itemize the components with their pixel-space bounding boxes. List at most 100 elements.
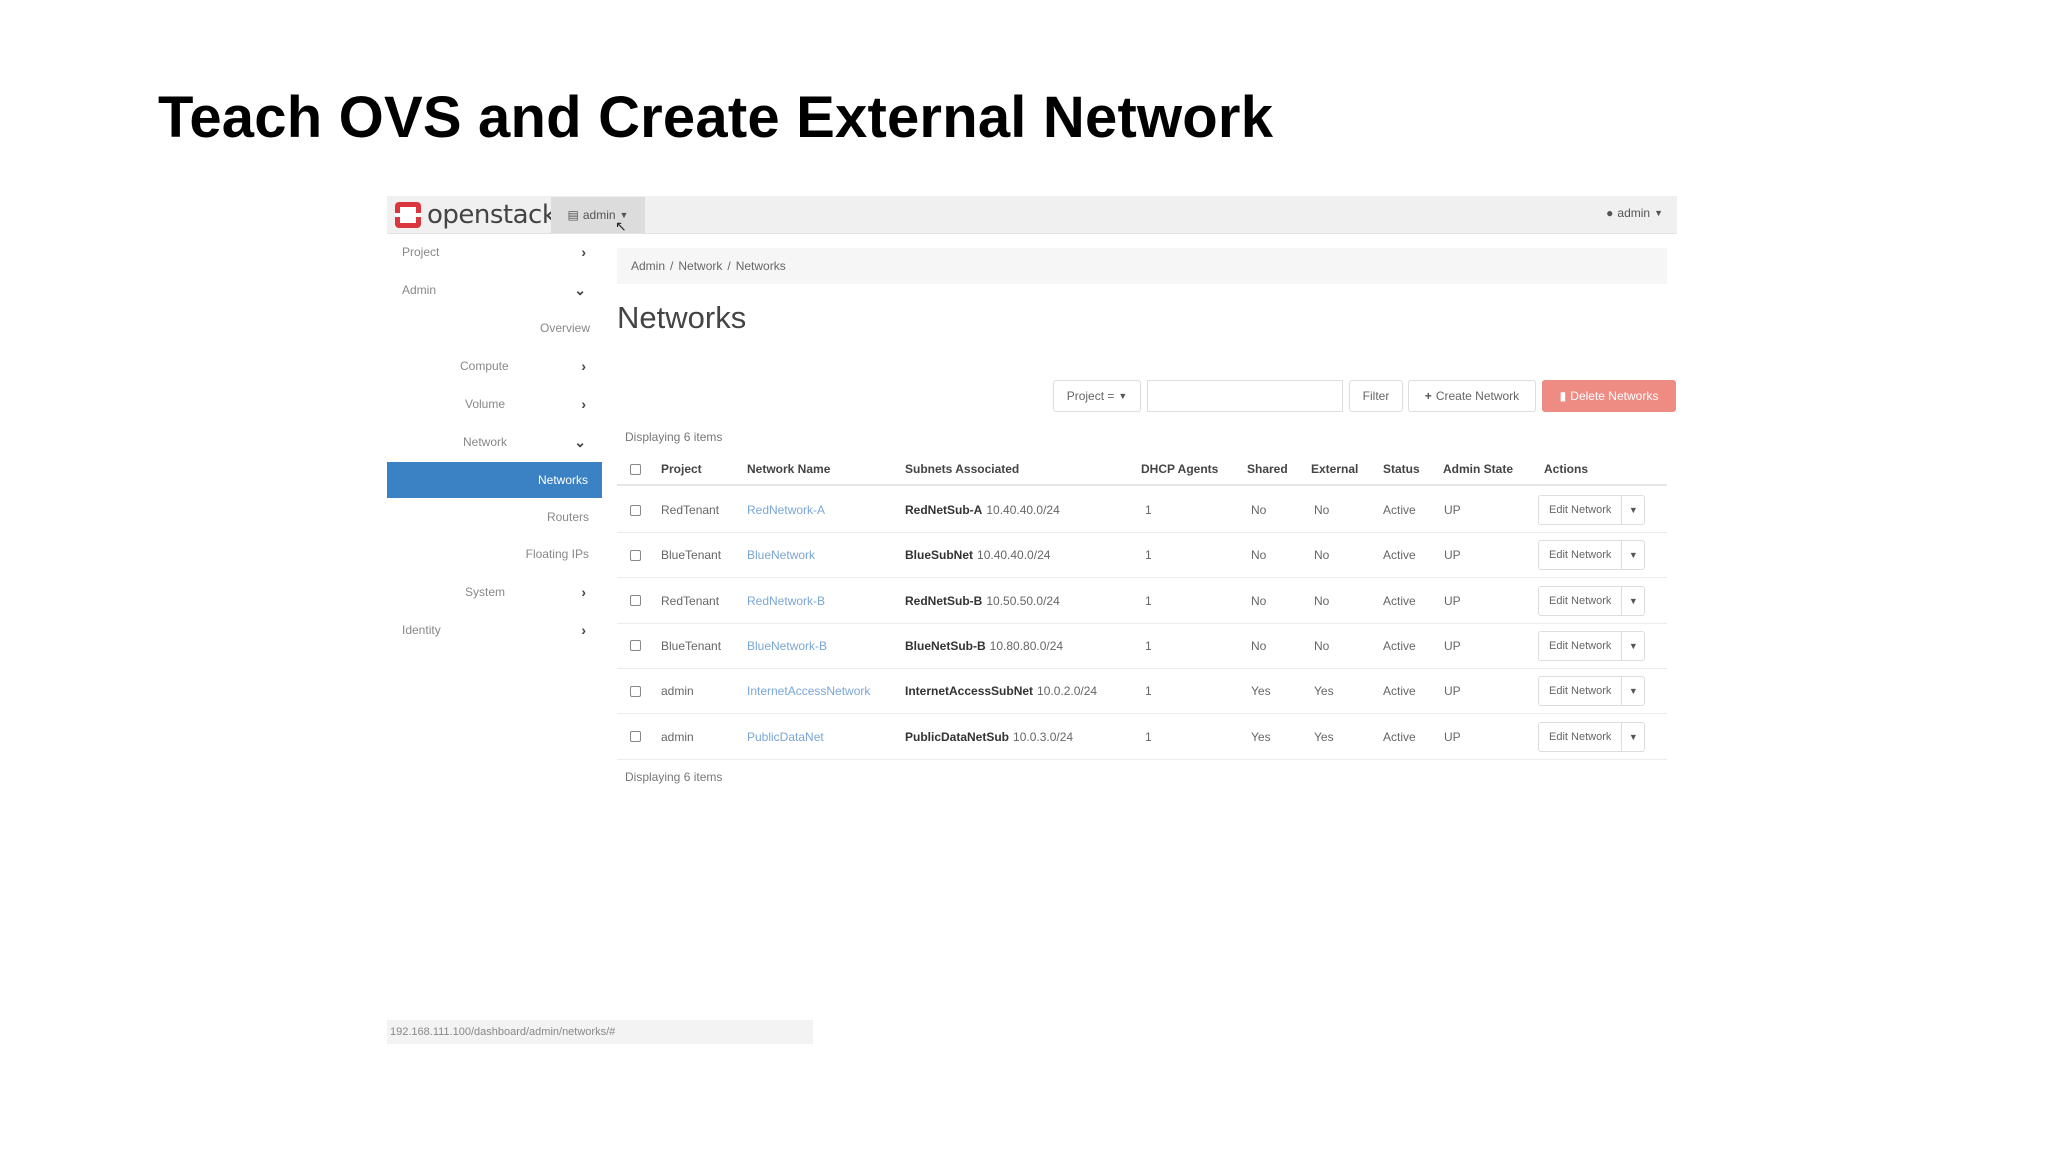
header-network-name[interactable]: Network Name (747, 454, 830, 484)
actions-dropdown-toggle[interactable]: ▼ (1622, 632, 1644, 660)
filter-button[interactable]: Filter (1349, 380, 1403, 412)
cell-actions: Edit Network ▼ (1538, 624, 1646, 668)
actions-dropdown-toggle[interactable]: ▼ (1622, 723, 1644, 751)
project-dropdown-label: admin (582, 208, 616, 222)
header-external[interactable]: External (1311, 454, 1358, 484)
create-network-button[interactable]: + Create Network (1408, 380, 1536, 412)
network-name-link[interactable]: BlueNetwork (747, 533, 815, 577)
actions-dropdown-toggle[interactable]: ▼ (1622, 541, 1644, 569)
breadcrumb-admin[interactable]: Admin (631, 259, 665, 273)
header-admin-state[interactable]: Admin State (1443, 454, 1513, 484)
edit-network-button[interactable]: Edit Network (1539, 631, 1623, 660)
sidebar-item-overview[interactable]: Overview (387, 310, 590, 346)
sidebar-item-label: System (465, 585, 506, 599)
trash-icon: ▮ (1559, 389, 1567, 403)
cell-project: BlueTenant (661, 548, 722, 563)
user-icon: ● (1606, 206, 1614, 220)
cell-external: No (1314, 638, 1330, 653)
user-dropdown-label: admin (1617, 206, 1651, 220)
project-icon: ▤ (567, 208, 579, 222)
sidebar-item-network[interactable]: Network ⌄ (387, 424, 602, 460)
cell-project: admin (661, 684, 694, 699)
breadcrumb-separator: / (670, 259, 674, 273)
row-checkbox[interactable] (630, 579, 641, 623)
sidebar-item-volume[interactable]: Volume › (387, 386, 602, 422)
edit-network-button[interactable]: Edit Network (1539, 496, 1623, 524)
sidebar-item-system[interactable]: System › (387, 574, 602, 610)
edit-network-button[interactable]: Edit Network (1539, 722, 1623, 751)
chevron-right-icon: › (581, 584, 586, 600)
network-name-link[interactable]: BlueNetwork-B (747, 624, 827, 668)
row-checkbox[interactable] (630, 624, 641, 668)
actions-dropdown-toggle[interactable]: ▼ (1622, 677, 1644, 705)
subnet-name: RedNetSub-A (905, 503, 983, 517)
sidebar-item-networks[interactable]: Networks (387, 462, 602, 498)
delete-networks-button[interactable]: ▮ Delete Networks (1542, 380, 1676, 412)
logo-text: openstack. (427, 200, 565, 230)
sidebar-item-project[interactable]: Project › (387, 234, 602, 270)
browser-status-url: 192.168.111.100/dashboard/admin/networks… (387, 1020, 813, 1044)
subnet-cidr: 10.40.40.0/24 (977, 548, 1051, 563)
breadcrumb-network[interactable]: Network (678, 259, 722, 273)
cell-subnets: BlueSubNet 10.40.40.0/24 (905, 533, 1050, 577)
create-network-label: Create Network (1435, 389, 1520, 403)
header-actions: Actions (1544, 462, 1589, 476)
network-name-link[interactable]: RedNetwork-B (747, 579, 825, 623)
subnet-cidr: 10.50.50.0/24 (986, 593, 1060, 608)
select-all-checkbox[interactable] (630, 454, 641, 484)
sidebar-item-label: Compute (460, 359, 509, 373)
user-dropdown[interactable]: ● admin ▼ (1606, 206, 1663, 220)
cell-dhcp-agents: 1 (1145, 638, 1152, 653)
openstack-logo-icon (395, 202, 421, 228)
openstack-logo[interactable]: openstack. (395, 200, 565, 230)
sidebar-item-routers[interactable]: Routers (387, 499, 589, 535)
header-status[interactable]: Status (1383, 454, 1420, 484)
edit-network-button[interactable]: Edit Network (1539, 677, 1623, 706)
row-checkbox[interactable] (630, 488, 641, 532)
row-checkbox[interactable] (630, 669, 641, 713)
cell-external: Yes (1314, 684, 1334, 699)
filter-field-select[interactable]: Project = ▼ (1053, 380, 1141, 412)
actions-dropdown-toggle[interactable]: ▼ (1622, 587, 1644, 615)
sidebar-item-identity[interactable]: Identity › (387, 612, 602, 648)
network-name-link[interactable]: InternetAccessNetwork (747, 669, 870, 713)
edit-network-group: Edit Network ▼ (1538, 676, 1646, 707)
sidebar-item-compute[interactable]: Compute › (387, 348, 602, 384)
network-name-link[interactable]: PublicDataNet (747, 715, 824, 759)
edit-network-button[interactable]: Edit Network (1539, 586, 1623, 615)
mouse-cursor-icon: ↖ (615, 218, 627, 234)
cell-admin-state: UP (1444, 684, 1461, 699)
cell-shared: No (1251, 503, 1267, 517)
openstack-dashboard: openstack. ▤ admin ▼ ↖ ● admin ▼ Project… (387, 196, 1677, 826)
actions-dropdown-toggle[interactable]: ▼ (1622, 496, 1644, 524)
subnet-name: PublicDataNetSub (905, 729, 1010, 744)
sidebar-item-label: Identity (402, 623, 441, 637)
cell-dhcp-agents: 1 (1145, 548, 1152, 563)
breadcrumb-networks: Networks (735, 259, 786, 273)
header-subnets[interactable]: Subnets Associated (905, 454, 1019, 484)
header-shared[interactable]: Shared (1247, 454, 1288, 484)
cell-external: No (1314, 593, 1330, 608)
project-dropdown[interactable]: ▤ admin ▼ (551, 197, 645, 233)
cell-shared: Yes (1251, 684, 1271, 699)
cell-actions: Edit Network ▼ (1538, 579, 1646, 623)
cell-project: BlueTenant (661, 638, 722, 653)
table-row: BlueTenant BlueNetwork BlueSubNet 10.40.40.… (617, 533, 1667, 579)
sidebar-item-floating-ips[interactable]: Floating IPs (387, 536, 589, 572)
row-checkbox[interactable] (630, 533, 641, 577)
row-checkbox[interactable] (630, 715, 641, 759)
header-dhcp-agents[interactable]: DHCP Agents (1141, 454, 1218, 484)
cell-dhcp-agents: 1 (1145, 503, 1152, 517)
table-header: Project Network Name Subnets Associated … (617, 454, 1667, 486)
cell-subnets: InternetAccessSubNet 10.0.2.0/24 (905, 669, 1097, 713)
caret-down-icon: ▼ (1118, 391, 1128, 401)
slide-title: Teach OVS and Create External Network (158, 85, 1274, 150)
filter-input[interactable] (1147, 380, 1343, 412)
network-name-link[interactable]: RedNetwork-A (747, 488, 825, 532)
caret-down-icon: ▼ (1654, 208, 1663, 218)
header-project[interactable]: Project (661, 454, 702, 484)
cell-status: Active (1383, 548, 1416, 563)
edit-network-button[interactable]: Edit Network (1539, 541, 1623, 570)
sidebar-item-admin[interactable]: Admin ⌄ (387, 272, 602, 308)
cell-status: Active (1383, 729, 1416, 744)
